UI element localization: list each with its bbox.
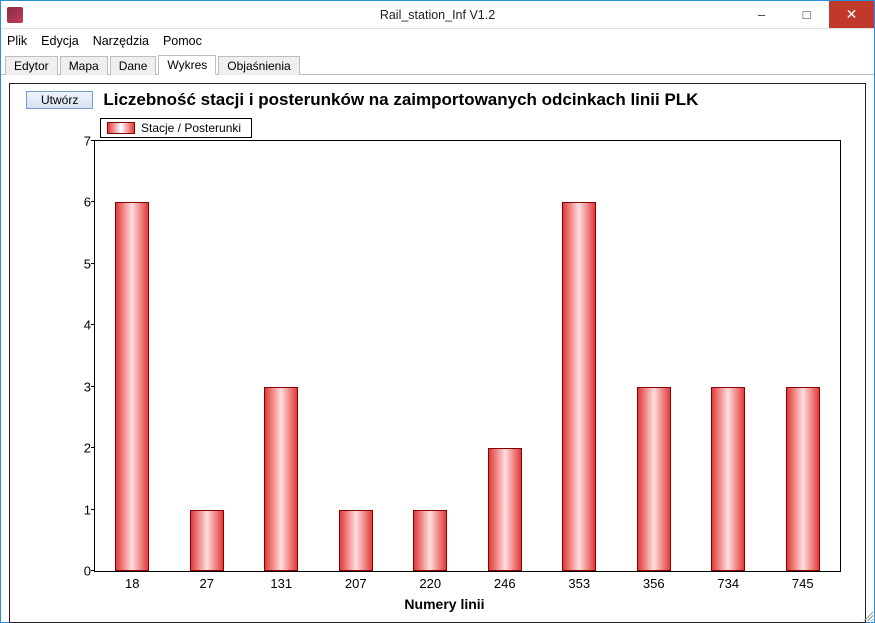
chart-legend: Stacje / Posterunki xyxy=(100,118,252,138)
y-tick-label: 7 xyxy=(65,134,91,149)
x-tick-label: 356 xyxy=(643,576,665,591)
menu-file[interactable]: Plik xyxy=(7,34,27,48)
bar xyxy=(488,448,522,571)
x-tick-label: 18 xyxy=(125,576,139,591)
tab-data[interactable]: Dane xyxy=(110,56,157,75)
y-tick-label: 2 xyxy=(65,441,91,456)
y-tick-label: 0 xyxy=(65,564,91,579)
y-tick-label: 6 xyxy=(65,195,91,210)
bar xyxy=(264,387,298,571)
x-tick-label: 246 xyxy=(494,576,516,591)
maximize-button[interactable]: □ xyxy=(784,1,829,28)
bar xyxy=(190,510,224,571)
bar xyxy=(562,202,596,571)
plot-wrap: Liczba stacji / posterunków 012345671827… xyxy=(40,140,849,608)
tab-chart[interactable]: Wykres xyxy=(158,55,216,75)
create-button[interactable]: Utwórz xyxy=(26,91,93,109)
x-tick-label: 734 xyxy=(717,576,739,591)
bar xyxy=(711,387,745,571)
tab-map[interactable]: Mapa xyxy=(60,56,108,75)
close-button[interactable]: ✕ xyxy=(829,1,874,28)
bar xyxy=(115,202,149,571)
legend-label: Stacje / Posterunki xyxy=(141,121,241,135)
x-tick-label: 27 xyxy=(200,576,214,591)
x-tick-label: 207 xyxy=(345,576,367,591)
menu-tools[interactable]: Narzędzia xyxy=(93,34,149,48)
menu-edit[interactable]: Edycja xyxy=(41,34,79,48)
x-tick-label: 353 xyxy=(568,576,590,591)
y-tick-label: 3 xyxy=(65,379,91,394)
minimize-button[interactable]: – xyxy=(739,1,784,28)
bar xyxy=(413,510,447,571)
app-icon xyxy=(7,7,23,23)
plot-area: 012345671827131207220246353356734745 xyxy=(94,140,841,572)
window-controls: – □ ✕ xyxy=(739,1,874,28)
y-tick-label: 5 xyxy=(65,256,91,271)
bar xyxy=(786,387,820,571)
bar xyxy=(637,387,671,571)
resize-grip-icon[interactable] xyxy=(861,609,873,621)
tab-editor[interactable]: Edytor xyxy=(5,56,58,75)
x-axis-label: Numery linii xyxy=(40,596,849,612)
menu-help[interactable]: Pomoc xyxy=(163,34,202,48)
y-tick-label: 1 xyxy=(65,502,91,517)
x-tick-label: 131 xyxy=(270,576,292,591)
y-tick-label: 4 xyxy=(65,318,91,333)
title-bar: Rail_station_Inf V1.2 – □ ✕ xyxy=(1,1,874,29)
bar xyxy=(339,510,373,571)
legend-swatch-icon xyxy=(107,122,135,134)
x-tick-label: 220 xyxy=(419,576,441,591)
x-tick-label: 745 xyxy=(792,576,814,591)
chart-title: Liczebność stacji i posterunków na zaimp… xyxy=(103,90,698,110)
menu-bar: Plik Edycja Narzędzia Pomoc xyxy=(1,29,874,53)
tab-legend[interactable]: Objaśnienia xyxy=(218,56,299,75)
chart-panel: Utwórz Liczebność stacji i posterunków n… xyxy=(9,83,866,623)
tab-strip: Edytor Mapa Dane Wykres Objaśnienia xyxy=(1,53,874,75)
